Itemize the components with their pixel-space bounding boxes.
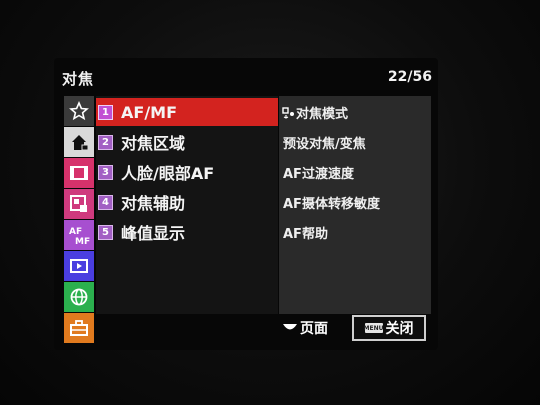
- control-wheel-icon: [283, 324, 297, 330]
- page-button[interactable]: 页面: [282, 318, 328, 338]
- menu-item-label: 对焦区域: [121, 134, 186, 153]
- submenu-item-af-assist: AF帮助: [283, 227, 328, 242]
- page-button-label: 页面: [300, 321, 328, 337]
- submenu-preview: 对焦模式 预设对焦/变焦 AF过渡速度 AF摄体转移敏度 AF帮助: [279, 96, 431, 314]
- menu-item-number: 3: [98, 164, 113, 180]
- menu-item-peaking-display[interactable]: 5 峰值显示: [96, 218, 278, 246]
- menu-item-label: AF/MF: [121, 102, 178, 122]
- menu-item-number: 2: [98, 134, 113, 150]
- toolbox-icon: [70, 320, 88, 336]
- globe-icon: [70, 288, 88, 306]
- tab-playback[interactable]: [64, 251, 94, 281]
- page-counter: 22/56: [387, 69, 432, 85]
- photo-edit-icon: [70, 195, 87, 212]
- playback-icon: [70, 259, 88, 273]
- svg-text:MF: MF: [75, 237, 90, 246]
- star-icon: [69, 101, 89, 121]
- category-tabs: AF MF: [64, 96, 94, 344]
- tab-network[interactable]: [64, 282, 94, 312]
- focus-mode-icon: [282, 107, 294, 119]
- menu-item-number: 1: [98, 104, 113, 120]
- menu-item-label: 人脸/眼部AF: [121, 164, 215, 183]
- submenu-item-af-transition-speed: AF过渡速度: [283, 167, 354, 182]
- submenu-item-label: 对焦模式: [296, 107, 349, 122]
- footer-bar: 页面 MENU 关闭: [96, 314, 432, 344]
- submenu-item-af-subject-shift: AF摄体转移敏度: [283, 197, 380, 212]
- tab-movie[interactable]: [64, 158, 94, 188]
- af-mf-icon: AF MF: [69, 227, 90, 246]
- menu-item-focus-area[interactable]: 2 对焦区域: [96, 128, 278, 156]
- close-button-label: 关闭: [385, 321, 414, 337]
- tab-setup[interactable]: [64, 313, 94, 343]
- menu-item-number: 5: [98, 224, 113, 240]
- svg-text:AF: AF: [69, 227, 82, 237]
- submenu-item-preset-focus-zoom: 预设对焦/变焦: [283, 137, 366, 152]
- menu-item-number: 4: [98, 194, 113, 210]
- tab-favorites[interactable]: [64, 96, 94, 126]
- header-bar: 对焦 22/56: [56, 64, 440, 90]
- page-title: 对焦: [62, 70, 95, 88]
- camera-home-icon: [72, 135, 89, 151]
- submenu-item-focus-mode: 对焦模式: [282, 103, 348, 122]
- close-button[interactable]: MENU 关闭: [352, 315, 426, 341]
- menu-item-label: 峰值显示: [121, 224, 186, 243]
- movie-icon: [70, 166, 88, 180]
- tab-image-settings[interactable]: [64, 189, 94, 219]
- menu-item-af-mf[interactable]: 1 AF/MF: [96, 98, 278, 126]
- menu-list: 1 AF/MF 2 对焦区域 3 人脸/眼部AF 4 对焦辅助 5 峰值显示: [96, 96, 278, 314]
- tab-shooting[interactable]: [64, 127, 94, 157]
- menu-item-label: 对焦辅助: [121, 194, 186, 213]
- menu-item-focus-assist[interactable]: 4 对焦辅助: [96, 188, 278, 216]
- menu-key-icon: MENU: [363, 323, 384, 333]
- tab-focus[interactable]: AF MF: [64, 220, 94, 250]
- menu-item-face-eye-af[interactable]: 3 人脸/眼部AF: [96, 158, 278, 186]
